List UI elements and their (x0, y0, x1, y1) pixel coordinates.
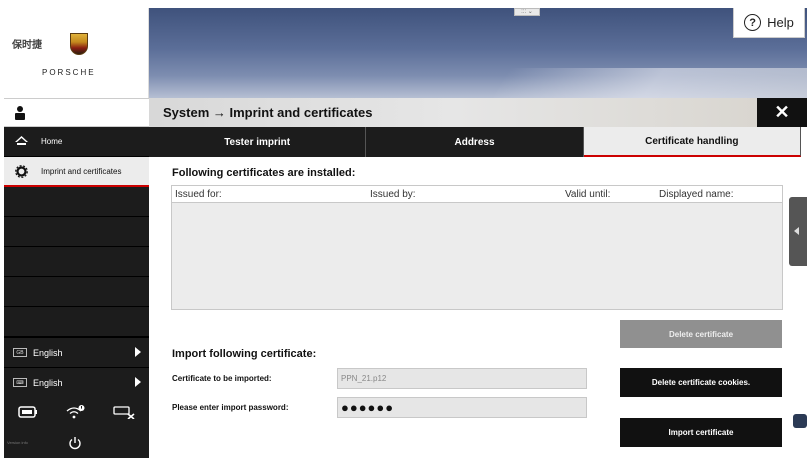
sidebar: Home Imprint and certificates GB English… (4, 127, 149, 458)
user-cell[interactable] (4, 98, 149, 127)
logo-area: 保时捷 PORSCHE (4, 8, 149, 98)
chevron-left-icon (794, 227, 799, 235)
column-header-issued-for: Issued for: (175, 189, 222, 200)
sidebar-item-home[interactable]: Home (4, 127, 149, 157)
certificates-table[interactable]: Issued for: Issued by: Valid until: Disp… (171, 185, 783, 310)
help-button[interactable]: ? Help (733, 8, 805, 38)
import-certificate-heading: Import following certificate: (172, 348, 317, 360)
tab-address[interactable]: Address (366, 127, 584, 157)
wifi-warning-icon[interactable] (65, 405, 85, 419)
sidebar-item-label: Home (41, 137, 63, 146)
side-panel-toggle[interactable] (789, 197, 807, 266)
keyboard-icon: ⌨ (13, 378, 27, 387)
main-content: Following certificates are installed: Is… (149, 157, 807, 458)
keyboard-layout-selector[interactable]: ⌨ English (4, 367, 149, 397)
certificate-file-label: Certificate to be imported: (172, 374, 272, 383)
sidebar-empty-slot (4, 247, 149, 277)
installed-certificates-heading: Following certificates are installed: (172, 167, 356, 179)
power-icon[interactable] (68, 436, 82, 450)
overlay-widget-icon[interactable] (793, 414, 807, 428)
home-icon (13, 136, 29, 147)
tab-certificate-handling[interactable]: Certificate handling (583, 127, 801, 157)
sidebar-empty-slot (4, 307, 149, 337)
drag-handle[interactable]: ::: ⌄ (514, 8, 540, 16)
version-text: Version info (7, 440, 28, 445)
keyboard-language-label: English (33, 377, 63, 388)
delete-certificate-button[interactable]: Delete certificate (620, 320, 782, 348)
page-title: System → Imprint and certificates (163, 105, 373, 120)
logo-chinese-text: 保时捷 (12, 40, 42, 51)
table-header: Issued for: Issued by: Valid until: Disp… (172, 186, 782, 203)
column-header-valid-until: Valid until: (565, 189, 611, 200)
import-password-input[interactable] (337, 397, 587, 418)
delete-certificate-cookies-button[interactable]: Delete certificate cookies. (620, 368, 782, 397)
sidebar-empty-slot (4, 217, 149, 247)
certificate-file-input[interactable] (337, 368, 587, 389)
chevron-right-icon (135, 347, 141, 357)
sidebar-empty-slot (4, 277, 149, 307)
language-label: English (33, 347, 63, 358)
tab-bar: Tester imprint Address Certificate handl… (149, 127, 801, 157)
help-label: Help (767, 15, 794, 30)
top-bar: 保时捷 PORSCHE ::: ⌄ ? Help (0, 0, 807, 98)
sidebar-item-imprint-certificates[interactable]: Imprint and certificates (4, 157, 149, 187)
porsche-crest-logo (70, 33, 88, 55)
vci-disconnected-icon[interactable] (113, 405, 135, 419)
page-title-bar: System → Imprint and certificates (149, 98, 757, 127)
sidebar-footer: Version info (4, 427, 149, 458)
import-certificate-button[interactable]: Import certificate (620, 418, 782, 447)
status-icons-row (4, 397, 149, 427)
language-selector-gb[interactable]: GB English (4, 337, 149, 367)
chevron-right-icon (135, 377, 141, 387)
sidebar-empty-slot (4, 187, 149, 217)
gb-flag-icon: GB (13, 348, 27, 357)
user-icon (15, 105, 25, 120)
battery-icon[interactable] (18, 406, 38, 418)
close-button[interactable]: ✕ (757, 98, 807, 127)
gear-icon (13, 164, 29, 178)
import-password-label: Please enter import password: (172, 403, 289, 412)
sidebar-item-label: Imprint and certificates (41, 166, 122, 176)
header-banner-image (149, 8, 807, 98)
brand-wordmark: PORSCHE (42, 68, 96, 77)
banner-decoration (487, 68, 807, 98)
help-icon: ? (744, 14, 762, 31)
column-header-issued-by: Issued by: (370, 189, 416, 200)
tab-tester-imprint[interactable]: Tester imprint (149, 127, 367, 157)
column-header-displayed-name: Displayed name: (659, 189, 734, 200)
